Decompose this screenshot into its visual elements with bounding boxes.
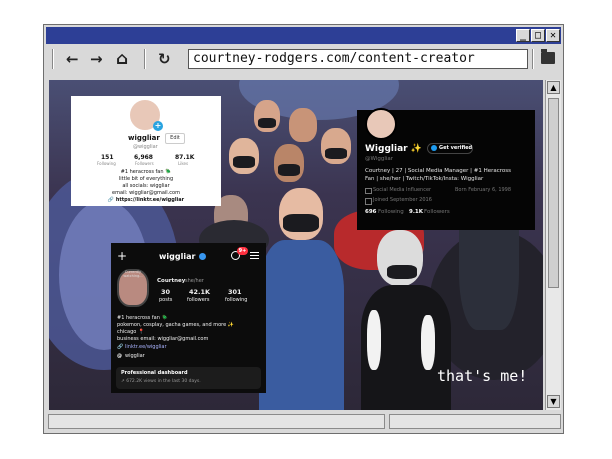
page-viewport: + wiggliar Edit @wiggliar 151 Following … [49,80,543,410]
forward-arrow-icon[interactable]: → [90,50,103,68]
stat-label: Following [97,161,116,166]
plus-icon[interactable]: + [117,249,127,263]
stat-label: following [225,297,248,303]
scroll-up-icon[interactable]: ▲ [547,81,560,94]
calendar-icon [365,198,372,205]
following-count[interactable]: 696 [365,209,376,215]
currently-watching-note: Currently watching... [123,270,143,278]
dashboard-title: Professional dashboard [121,370,188,376]
tiktok-username: wiggliar [128,134,160,142]
stat-value: 301 [228,288,242,296]
instagram-profile-card: + wiggliar 9+ Currently watching... Cour… [111,243,266,393]
profile-link[interactable]: linktr.ee/wiggliar [125,344,167,350]
bio-line: pokemon, cosplay, gacha games, and more … [117,322,235,328]
professional-dashboard[interactable]: Professional dashboard ↗ 672.2K views in… [116,367,261,389]
bio-line: Fan | she/her | Twitch/TikTok/Insta: Wig… [365,176,484,182]
joined-text: Joined September 2016 [373,197,432,203]
born-text: Born February 6, 1998 [455,187,512,193]
avatar [365,108,397,140]
bio-line: all socials: wiggliar [122,183,170,189]
twitter-profile-card: Wiggliar ✨ Get verified @Wiggliar Courtn… [357,108,535,230]
twitter-display-name: Wiggliar ✨ [365,144,422,154]
home-icon[interactable]: ⌂ [116,50,128,68]
verified-icon [431,145,437,151]
link-icon: 🔗 [117,344,124,350]
stat-label: Likes [178,161,189,166]
pronouns: she/her [185,278,204,284]
bio-line: Courtney | 27 | Social Media Manager | #… [365,168,511,174]
status-bar [48,414,385,429]
verified-icon [199,253,206,260]
add-icon: + [153,121,163,131]
toolbar-divider [532,49,534,69]
scroll-down-icon[interactable]: ▼ [547,395,560,408]
close-button[interactable]: ✕ [546,29,560,42]
bio-line: little bit of everything [118,176,174,182]
edit-button[interactable]: Edit [165,133,185,144]
maximize-button[interactable]: □ [531,29,545,42]
stat-value: 30 [161,288,171,296]
caption-text: that's me! [437,367,528,385]
bio-line: #1 heracross fan 🪲 [117,315,168,321]
browser-window: _ □ ✕ ← → ⌂ ↻ courtney-rodgers.com/conte… [43,24,564,434]
followers-count[interactable]: 9.1K [409,209,423,215]
bio-line: #1 heracross fan 🪲 [120,169,172,175]
profile-link[interactable]: 🔗 https://linktr.ee/wiggliar [71,197,221,203]
toolbar-divider [144,49,146,69]
address-bar[interactable]: courtney-rodgers.com/content-creator [188,49,528,69]
bio-line: email: wiggliar@gmail.com [112,190,180,196]
display-name: Courtney [157,278,186,284]
threads-handle[interactable]: wiggliar [125,353,145,359]
status-bar-right [389,414,561,429]
briefcase-icon [365,188,372,194]
stat-label: followers [187,297,210,303]
threads-icon: @ [117,353,122,359]
tiktok-handle: @wiggliar [133,144,158,150]
twitter-handle: @Wiggliar [365,156,394,162]
tiktok-profile-card: + wiggliar Edit @wiggliar 151 Following … [71,96,221,206]
stat-value: 87.1K [175,154,195,161]
back-arrow-icon[interactable]: ← [66,50,79,68]
stat-value: 42.1K [189,288,211,296]
scroll-thumb[interactable] [548,98,559,288]
stat-value: 6,968 [134,154,153,161]
title-bar: _ □ ✕ [46,27,561,44]
dashboard-subtitle: ↗ 672.2K views in the last 30 days. [121,379,201,384]
stat-label: posts [159,297,173,303]
menu-icon[interactable] [250,252,259,259]
instagram-username[interactable]: wiggliar [159,252,195,261]
notification-badge: 9+ [237,247,248,255]
followers-label[interactable]: Followers [424,209,450,215]
bio-line: chicago 📍 [117,329,145,335]
get-verified-button[interactable]: Get verified [427,143,473,154]
minimize-button[interactable]: _ [516,29,530,42]
bio-line: business email: wiggliar@gmail.com [117,336,209,342]
browser-toolbar: ← → ⌂ ↻ courtney-rodgers.com/content-cre… [46,46,561,72]
vertical-scrollbar[interactable]: ▲ ▼ [545,80,561,410]
folder-icon[interactable] [541,49,555,64]
get-verified-label: Get verified [439,145,473,151]
toolbar-divider [52,49,54,69]
reload-icon[interactable]: ↻ [158,50,171,68]
stat-label: Followers [135,161,154,166]
stat-value: 151 [101,154,114,161]
category-text: Social Media Influencer [373,187,432,193]
following-label[interactable]: Following [378,209,404,215]
